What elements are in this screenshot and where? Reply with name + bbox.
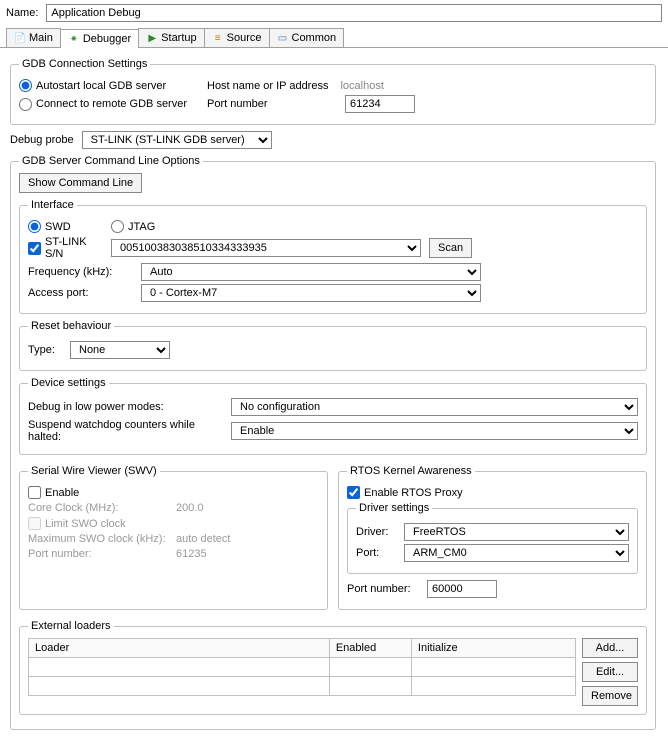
tabs-bar: 📄 Main ⁕ Debugger ▶ Startup ≡ Source ▭ C… — [0, 28, 668, 48]
gdb-server-legend: GDB Server Command Line Options — [19, 155, 203, 167]
play-icon: ▶ — [146, 32, 158, 44]
max-swo-value: auto detect — [176, 533, 230, 545]
col-loader[interactable]: Loader — [29, 639, 330, 658]
rtos-port-label: Port: — [356, 547, 396, 559]
edit-button[interactable]: Edit... — [582, 662, 638, 682]
rtos-portnum-label: Port number: — [347, 583, 419, 595]
tab-source[interactable]: ≡ Source — [204, 28, 270, 47]
jtag-radio[interactable] — [111, 220, 124, 233]
swv-enable-label: Enable — [45, 487, 79, 499]
suspend-label: Suspend watchdog counters while halted: — [28, 419, 223, 443]
interface-legend: Interface — [28, 199, 77, 211]
main-tab-icon: 📄 — [14, 32, 26, 44]
tab-debugger[interactable]: ⁕ Debugger — [60, 29, 139, 48]
device-legend: Device settings — [28, 377, 109, 389]
debug-probe-select[interactable]: ST-LINK (ST-LINK GDB server) — [82, 131, 272, 149]
add-button[interactable]: Add... — [582, 638, 638, 658]
tab-main[interactable]: 📄 Main — [6, 28, 61, 47]
col-initialize[interactable]: Initialize — [411, 639, 575, 658]
interface-group: Interface SWD JTAG ST-LINK S/N 005100383… — [19, 199, 647, 314]
core-clock-label: Core Clock (MHz): — [28, 502, 168, 514]
gdb-port-input[interactable] — [345, 95, 415, 113]
stlink-sn-check[interactable] — [28, 242, 41, 255]
debug-probe-label: Debug probe — [10, 134, 74, 146]
swv-group: Serial Wire Viewer (SWV) Enable Core Clo… — [19, 465, 328, 610]
rtos-port-select[interactable]: ARM_CM0 — [404, 544, 629, 562]
external-loaders-legend: External loaders — [28, 620, 114, 632]
max-swo-label: Maximum SWO clock (kHz): — [28, 533, 168, 545]
remote-label: Connect to remote GDB server — [36, 98, 187, 110]
swv-enable-check[interactable] — [28, 486, 41, 499]
portnum-label: Port number — [207, 98, 337, 110]
suspend-select[interactable]: Enable — [231, 422, 638, 440]
tab-common[interactable]: ▭ Common — [269, 28, 345, 47]
tab-source-label: Source — [227, 32, 262, 44]
name-input[interactable] — [46, 4, 662, 22]
remote-radio[interactable] — [19, 98, 32, 111]
stlink-sn-select[interactable]: 005100383038510334333935 — [111, 239, 421, 257]
freq-select[interactable]: Auto — [141, 263, 481, 281]
table-row[interactable] — [29, 658, 576, 677]
reset-group: Reset behaviour Type: None — [19, 320, 647, 371]
tab-main-label: Main — [29, 32, 53, 44]
gdb-connection-legend: GDB Connection Settings — [19, 58, 150, 70]
show-cmd-button[interactable]: Show Command Line — [19, 173, 142, 193]
host-value: localhost — [340, 80, 383, 92]
jtag-label: JTAG — [128, 221, 155, 233]
driver-settings-legend: Driver settings — [356, 502, 432, 514]
tab-debugger-label: Debugger — [83, 33, 131, 45]
access-label: Access port: — [28, 287, 133, 299]
scan-button[interactable]: Scan — [429, 238, 472, 258]
gdb-server-group: GDB Server Command Line Options Show Com… — [10, 155, 656, 730]
rtos-legend: RTOS Kernel Awareness — [347, 465, 475, 477]
rtos-enable-check[interactable] — [347, 486, 360, 499]
swv-port-value: 61235 — [176, 548, 207, 560]
reset-type-select[interactable]: None — [70, 341, 170, 359]
low-power-label: Debug in low power modes: — [28, 401, 223, 413]
source-icon: ≡ — [212, 32, 224, 44]
external-loaders-group: External loaders Loader Enabled Initiali… — [19, 620, 647, 715]
swd-radio[interactable] — [28, 220, 41, 233]
col-enabled[interactable]: Enabled — [329, 639, 411, 658]
loader-table: Loader Enabled Initialize — [28, 638, 576, 696]
swv-port-label: Port number: — [28, 548, 168, 560]
tab-startup-label: Startup — [161, 32, 196, 44]
remove-button[interactable]: Remove — [582, 686, 638, 706]
tab-startup[interactable]: ▶ Startup — [138, 28, 204, 47]
swd-label: SWD — [45, 221, 71, 233]
rtos-enable-label: Enable RTOS Proxy — [364, 487, 463, 499]
device-group: Device settings Debug in low power modes… — [19, 377, 647, 455]
stlink-sn-label: ST-LINK S/N — [45, 236, 103, 260]
access-select[interactable]: 0 - Cortex-M7 — [141, 284, 481, 302]
host-label: Host name or IP address — [207, 80, 328, 92]
limit-swo-label: Limit SWO clock — [45, 518, 126, 530]
low-power-select[interactable]: No configuration — [231, 398, 638, 416]
common-icon: ▭ — [277, 32, 289, 44]
reset-type-label: Type: — [28, 344, 62, 356]
name-label: Name: — [6, 7, 38, 19]
core-clock-value: 200.0 — [176, 502, 204, 514]
autostart-label: Autostart local GDB server — [36, 80, 166, 92]
freq-label: Frequency (kHz): — [28, 266, 133, 278]
tab-common-label: Common — [292, 32, 337, 44]
rtos-portnum-input[interactable] — [427, 580, 497, 598]
driver-label: Driver: — [356, 526, 396, 538]
driver-settings-group: Driver settings Driver: FreeRTOS Port: A… — [347, 502, 638, 574]
rtos-group: RTOS Kernel Awareness Enable RTOS Proxy … — [338, 465, 647, 610]
bug-icon: ⁕ — [68, 33, 80, 45]
reset-legend: Reset behaviour — [28, 320, 114, 332]
table-row[interactable] — [29, 677, 576, 696]
limit-swo-check — [28, 517, 41, 530]
autostart-radio[interactable] — [19, 79, 32, 92]
driver-select[interactable]: FreeRTOS — [404, 523, 629, 541]
gdb-connection-group: GDB Connection Settings Autostart local … — [10, 58, 656, 125]
swv-legend: Serial Wire Viewer (SWV) — [28, 465, 160, 477]
